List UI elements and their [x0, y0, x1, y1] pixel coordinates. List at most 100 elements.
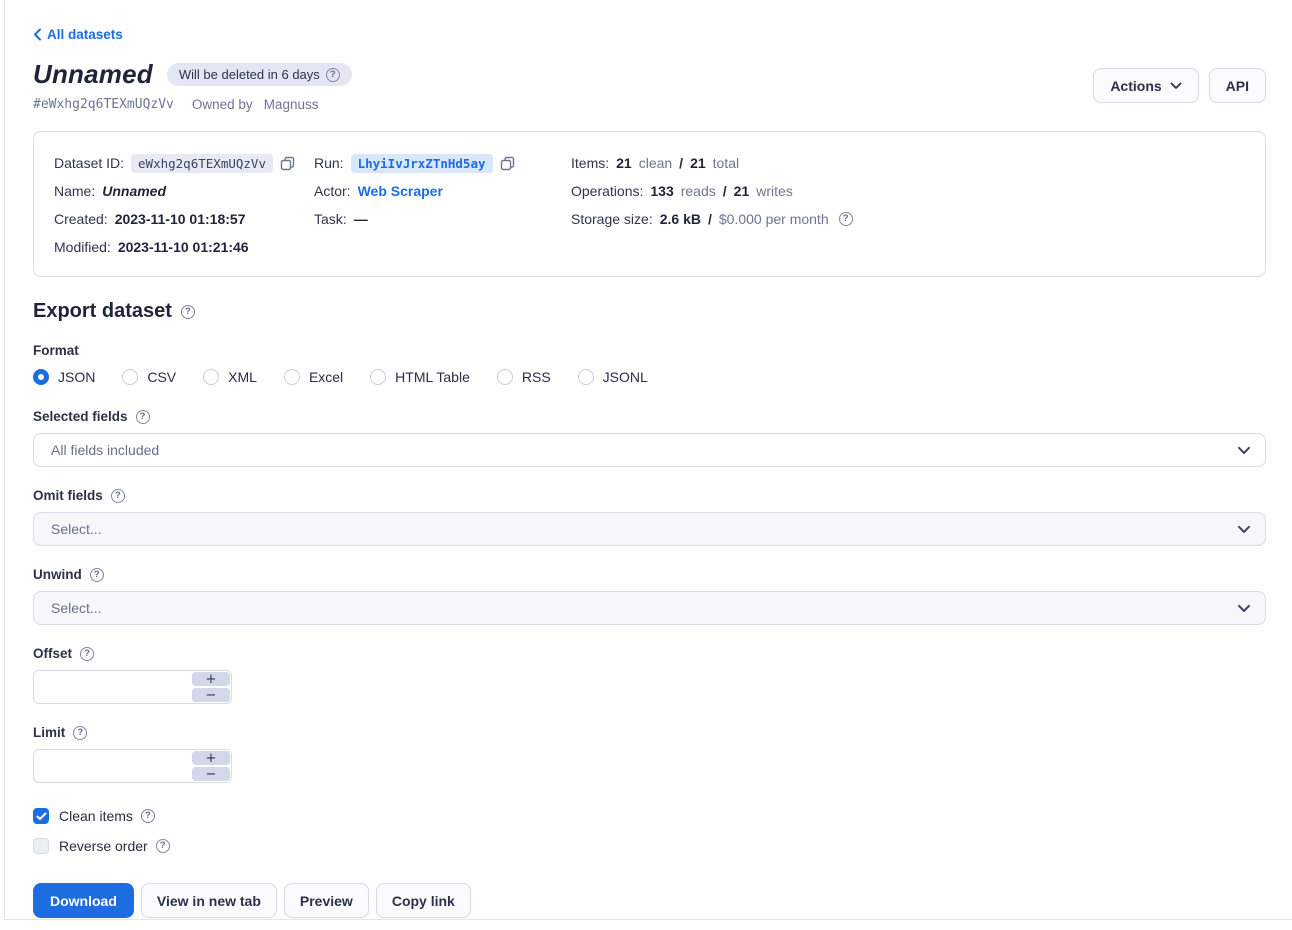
items-label: Items:: [571, 155, 609, 171]
page-header: Unnamed Will be deleted in 6 days ? #eWx…: [33, 59, 1266, 112]
dataset-hash: #eWxhg2q6TEXmUQzVv: [33, 97, 174, 112]
help-icon[interactable]: ?: [80, 647, 94, 661]
export-heading-title: Export dataset: [33, 300, 172, 323]
offset-label-text: Offset: [33, 646, 72, 661]
api-button[interactable]: API: [1209, 68, 1266, 103]
increment-button[interactable]: +: [192, 672, 230, 686]
help-icon[interactable]: ?: [156, 839, 170, 853]
radio-icon: [284, 369, 300, 385]
help-icon[interactable]: ?: [839, 212, 853, 226]
selected-fields-label-text: Selected fields: [33, 409, 128, 424]
radio-label: CSV: [147, 369, 176, 385]
radio-label: JSON: [58, 369, 95, 385]
page-title: Unnamed: [33, 59, 153, 90]
chevron-down-icon: [1237, 604, 1251, 613]
reads-value: 133: [650, 183, 673, 199]
created-value: 2023-11-10 01:18:57: [115, 211, 246, 227]
dataset-detail-page: All datasets Unnamed Will be deleted in …: [4, 0, 1292, 920]
format-label: Format: [33, 343, 1266, 358]
increment-button[interactable]: +: [192, 751, 230, 765]
owned-by-label: Owned by: [192, 97, 253, 112]
slash: /: [679, 155, 683, 171]
chevron-down-icon: [1237, 446, 1251, 455]
preview-button[interactable]: Preview: [284, 883, 369, 918]
slash: /: [723, 183, 727, 199]
radio-icon: [497, 369, 513, 385]
breadcrumb-all-datasets[interactable]: All datasets: [33, 0, 123, 42]
help-icon[interactable]: ?: [111, 489, 125, 503]
run-label: Run:: [314, 155, 344, 171]
reverse-order-label: Reverse order: [59, 838, 148, 854]
limit-label: Limit ?: [33, 725, 1266, 740]
decrement-button[interactable]: −: [192, 767, 230, 781]
unwind-select[interactable]: Select...: [33, 591, 1266, 625]
help-icon[interactable]: ?: [90, 568, 104, 582]
items-total-value: 21: [690, 155, 706, 171]
unwind-label: Unwind ?: [33, 567, 1266, 582]
selected-fields-select[interactable]: All fields included: [33, 433, 1266, 467]
radio-icon: [370, 369, 386, 385]
actions-button-label: Actions: [1110, 78, 1161, 94]
radio-label: RSS: [522, 369, 551, 385]
items-total-word: total: [713, 155, 739, 171]
offset-input-wrap: + −: [33, 670, 232, 704]
limit-steppers: + −: [192, 751, 230, 781]
help-icon[interactable]: ?: [73, 726, 87, 740]
decrement-button[interactable]: −: [192, 688, 230, 702]
dataset-info-card: Dataset ID: eWxhg2q6TEXmUQzVv Name: Unna…: [33, 131, 1266, 277]
copy-run-id-icon[interactable]: [500, 156, 515, 171]
clean-items-checkbox[interactable]: [33, 808, 49, 824]
reverse-order-checkbox[interactable]: [33, 838, 49, 854]
run-id-badge[interactable]: LhyiIvJrxZTnHd5ay: [351, 154, 493, 173]
storage-size-value: 2.6 kB: [660, 211, 701, 227]
copy-link-button[interactable]: Copy link: [376, 883, 471, 918]
storage-cost-value: $0.000 per month: [719, 211, 829, 227]
actions-button[interactable]: Actions: [1093, 68, 1198, 103]
limit-label-text: Limit: [33, 725, 65, 740]
radio-selected-icon: [33, 369, 49, 385]
format-radio-rss[interactable]: RSS: [497, 369, 551, 385]
task-label: Task:: [314, 211, 347, 227]
offset-steppers: + −: [192, 672, 230, 702]
slash: /: [708, 211, 712, 227]
copy-dataset-id-icon[interactable]: [280, 156, 295, 171]
modified-value: 2023-11-10 01:21:46: [118, 239, 249, 255]
actor-link[interactable]: Web Scraper: [358, 183, 443, 199]
dataset-id-badge: eWxhg2q6TEXmUQzVv: [131, 154, 273, 173]
help-icon[interactable]: ?: [181, 305, 195, 319]
created-label: Created:: [54, 211, 108, 227]
unwind-placeholder: Select...: [51, 600, 102, 616]
name-value: Unnamed: [102, 183, 166, 199]
format-radio-json[interactable]: JSON: [33, 369, 95, 385]
radio-label: HTML Table: [395, 369, 470, 385]
api-button-label: API: [1226, 78, 1249, 94]
modified-label: Modified:: [54, 239, 111, 255]
omit-fields-label-text: Omit fields: [33, 488, 103, 503]
view-in-new-tab-button[interactable]: View in new tab: [141, 883, 277, 918]
reads-word: reads: [681, 183, 716, 199]
format-radio-csv[interactable]: CSV: [122, 369, 176, 385]
chevron-down-icon: [1170, 82, 1182, 90]
export-actions: Download View in new tab Preview Copy li…: [33, 883, 1266, 918]
items-clean-word: clean: [639, 155, 672, 171]
format-radio-html-table[interactable]: HTML Table: [370, 369, 470, 385]
deletion-badge: Will be deleted in 6 days ?: [167, 63, 352, 86]
help-icon[interactable]: ?: [136, 410, 150, 424]
radio-label: JSONL: [603, 369, 648, 385]
download-button[interactable]: Download: [33, 883, 134, 918]
radio-label: Excel: [309, 369, 343, 385]
storage-label: Storage size:: [571, 211, 653, 227]
help-icon[interactable]: ?: [326, 68, 340, 82]
omit-fields-placeholder: Select...: [51, 521, 102, 537]
selected-fields-value: All fields included: [51, 442, 159, 458]
radio-label: XML: [228, 369, 257, 385]
clean-items-label: Clean items: [59, 808, 133, 824]
actor-label: Actor:: [314, 183, 351, 199]
writes-word: writes: [756, 183, 793, 199]
help-icon[interactable]: ?: [141, 809, 155, 823]
format-radio-xml[interactable]: XML: [203, 369, 257, 385]
omit-fields-select[interactable]: Select...: [33, 512, 1266, 546]
format-radio-excel[interactable]: Excel: [284, 369, 343, 385]
deletion-badge-label: Will be deleted in 6 days: [179, 67, 320, 82]
format-radio-jsonl[interactable]: JSONL: [578, 369, 648, 385]
